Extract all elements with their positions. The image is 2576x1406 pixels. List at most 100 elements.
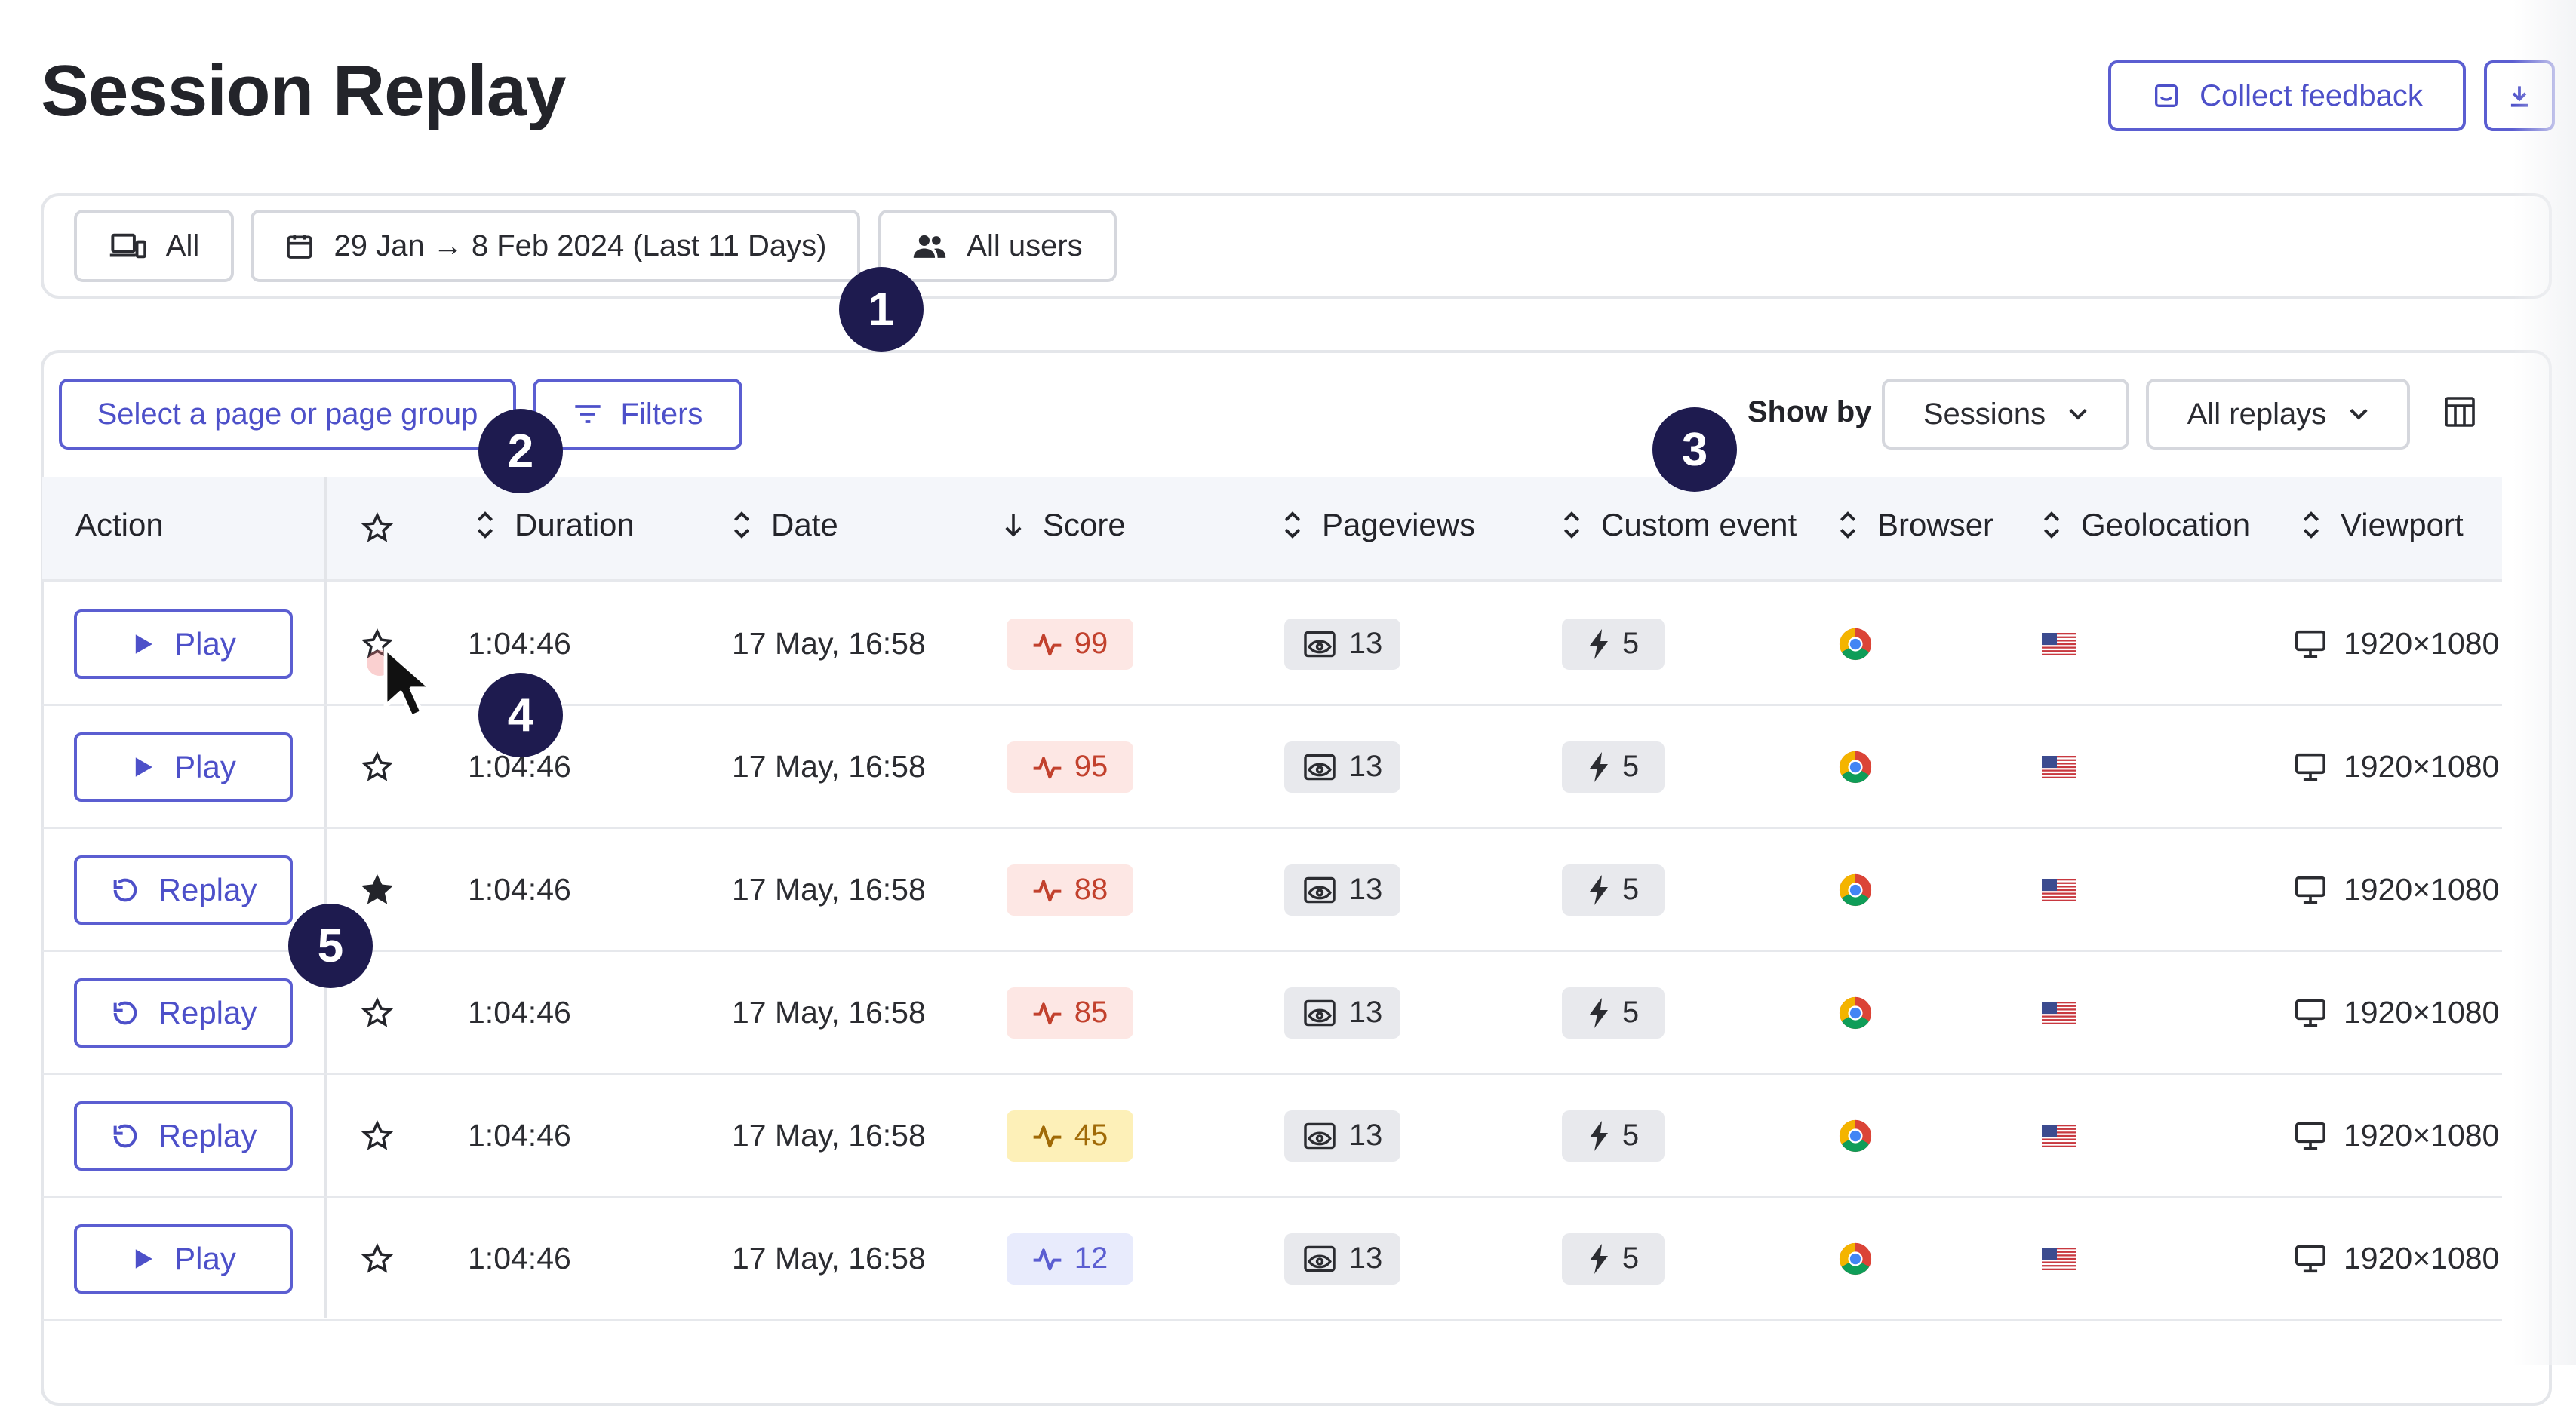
replays-value: All replays <box>2187 397 2327 431</box>
play-button[interactable]: Play <box>74 609 293 679</box>
viewport-cell: 1920×1080 <box>2294 1118 2499 1154</box>
date-value: 17 May, 16:58 <box>732 749 926 784</box>
right-edge-fade <box>2513 0 2576 1365</box>
devices-icon <box>109 233 146 259</box>
viewport-value: 1920×1080 <box>2344 1241 2500 1276</box>
date-cell: 17 May, 16:58 <box>732 872 926 908</box>
users-filter-button[interactable]: All users <box>878 210 1117 282</box>
pulse-icon <box>1032 631 1062 657</box>
page-select-button[interactable]: Select a page or page group <box>59 379 516 450</box>
replay-icon <box>110 875 140 905</box>
show-by-select[interactable]: Sessions <box>1882 379 2129 450</box>
star-outline-icon <box>361 512 394 542</box>
date-cell: 17 May, 16:58 <box>732 1118 926 1154</box>
chrome-icon <box>1838 750 1873 784</box>
duration-cell: 1:04:46 <box>468 1241 571 1277</box>
custom-event-badge: 5 <box>1562 987 1665 1039</box>
lightning-icon <box>1588 751 1610 782</box>
pageviews-value: 13 <box>1348 750 1383 783</box>
play-icon <box>131 1246 156 1272</box>
chevron-down-icon <box>2350 408 2368 420</box>
pageviews-badge: 13 <box>1284 618 1400 670</box>
replay-button[interactable]: Replay <box>74 1101 293 1171</box>
monitor-icon <box>2294 1121 2327 1151</box>
sort-icon <box>1284 511 1301 539</box>
column-header-score[interactable]: Score <box>1004 507 1126 543</box>
duration-cell: 1:04:46 <box>468 995 571 1031</box>
pageview-eye-icon <box>1302 630 1337 658</box>
column-header-browser[interactable]: Browser <box>1838 507 1993 543</box>
date-cell: 17 May, 16:58 <box>732 1241 926 1277</box>
duration-cell: 1:04:46 <box>468 872 571 908</box>
us-flag-icon <box>2042 878 2076 901</box>
duration-value: 1:04:46 <box>468 1241 571 1276</box>
column-header-duration[interactable]: Duration <box>475 507 635 543</box>
replay-button[interactable]: Replay <box>74 978 293 1048</box>
column-label-geolocation: Geolocation <box>2081 507 2251 542</box>
collect-feedback-button[interactable]: Collect feedback <box>2108 60 2466 131</box>
lightning-icon <box>1588 1120 1610 1151</box>
pageviews-value: 13 <box>1348 996 1383 1029</box>
pulse-icon <box>1032 1000 1062 1026</box>
us-flag-icon <box>2042 1124 2076 1147</box>
action-label: Play <box>174 625 236 662</box>
viewport-value: 1920×1080 <box>2344 626 2500 661</box>
column-header-pageviews[interactable]: Pageviews <box>1283 507 1475 543</box>
date-cell: 17 May, 16:58 <box>732 626 926 662</box>
replays-select[interactable]: All replays <box>2146 379 2410 450</box>
column-header-date[interactable]: Date <box>732 507 838 543</box>
chrome-icon <box>1838 873 1873 907</box>
custom-event-value: 5 <box>1622 1242 1640 1275</box>
score-value: 12 <box>1074 1242 1108 1275</box>
score-badge: 12 <box>1007 1233 1133 1285</box>
viewport-value: 1920×1080 <box>2344 1118 2500 1153</box>
custom-event-value: 5 <box>1622 1119 1640 1152</box>
chrome-icon <box>1838 996 1873 1030</box>
star-filled-icon[interactable] <box>361 873 394 907</box>
us-flag-icon <box>2042 1247 2076 1270</box>
monitor-icon <box>2294 875 2327 905</box>
date-range-button[interactable]: 29 Jan → 8 Feb 2024 (Last 11 Days) <box>251 210 860 282</box>
column-label-viewport: Viewport <box>2341 507 2464 542</box>
monitor-icon <box>2294 1244 2327 1274</box>
custom-event-badge: 5 <box>1562 864 1665 916</box>
action-label: Replay <box>158 994 257 1030</box>
lightning-icon <box>1588 874 1610 905</box>
collect-feedback-label: Collect feedback <box>2199 78 2423 112</box>
pageview-eye-icon <box>1302 1122 1337 1150</box>
viewport-cell: 1920×1080 <box>2294 872 2499 908</box>
device-filter-label: All <box>165 229 200 262</box>
pageviews-value: 13 <box>1348 1119 1383 1152</box>
table-columns-icon <box>2445 397 2475 427</box>
star-outline-icon[interactable] <box>361 996 394 1030</box>
callout-badge-5: 5 <box>288 904 373 988</box>
chrome-icon <box>1838 1119 1873 1153</box>
device-filter-button[interactable]: All <box>74 210 234 282</box>
column-header-favorite[interactable] <box>361 511 394 548</box>
pageview-eye-icon <box>1302 1245 1337 1273</box>
play-icon <box>131 754 156 780</box>
play-button[interactable]: Play <box>74 732 293 802</box>
star-outline-icon[interactable] <box>361 1242 394 1276</box>
table-row <box>42 828 2502 951</box>
viewport-cell: 1920×1080 <box>2294 749 2499 785</box>
column-header-viewport[interactable]: Viewport <box>2301 507 2464 543</box>
custom-event-value: 5 <box>1622 750 1640 783</box>
us-flag-icon <box>2042 755 2076 778</box>
pulse-icon <box>1032 877 1062 903</box>
play-button[interactable]: Play <box>74 1223 293 1294</box>
star-outline-icon[interactable] <box>361 751 394 784</box>
star-outline-icon[interactable] <box>361 1119 394 1153</box>
monitor-icon <box>2294 629 2327 659</box>
custom-event-value: 5 <box>1622 627 1640 660</box>
sort-icon <box>1840 511 1856 539</box>
filters-button[interactable]: Filters <box>533 379 742 450</box>
column-header-custom-event[interactable]: Custom event <box>1562 507 1797 543</box>
columns-settings-button[interactable] <box>2442 394 2479 431</box>
viewport-value: 1920×1080 <box>2344 872 2500 907</box>
column-header-geolocation[interactable]: Geolocation <box>2042 507 2250 543</box>
viewport-value: 1920×1080 <box>2344 995 2500 1030</box>
replay-button[interactable]: Replay <box>74 855 293 925</box>
sort-icon <box>2303 511 2319 539</box>
pageview-eye-icon <box>1302 876 1337 904</box>
